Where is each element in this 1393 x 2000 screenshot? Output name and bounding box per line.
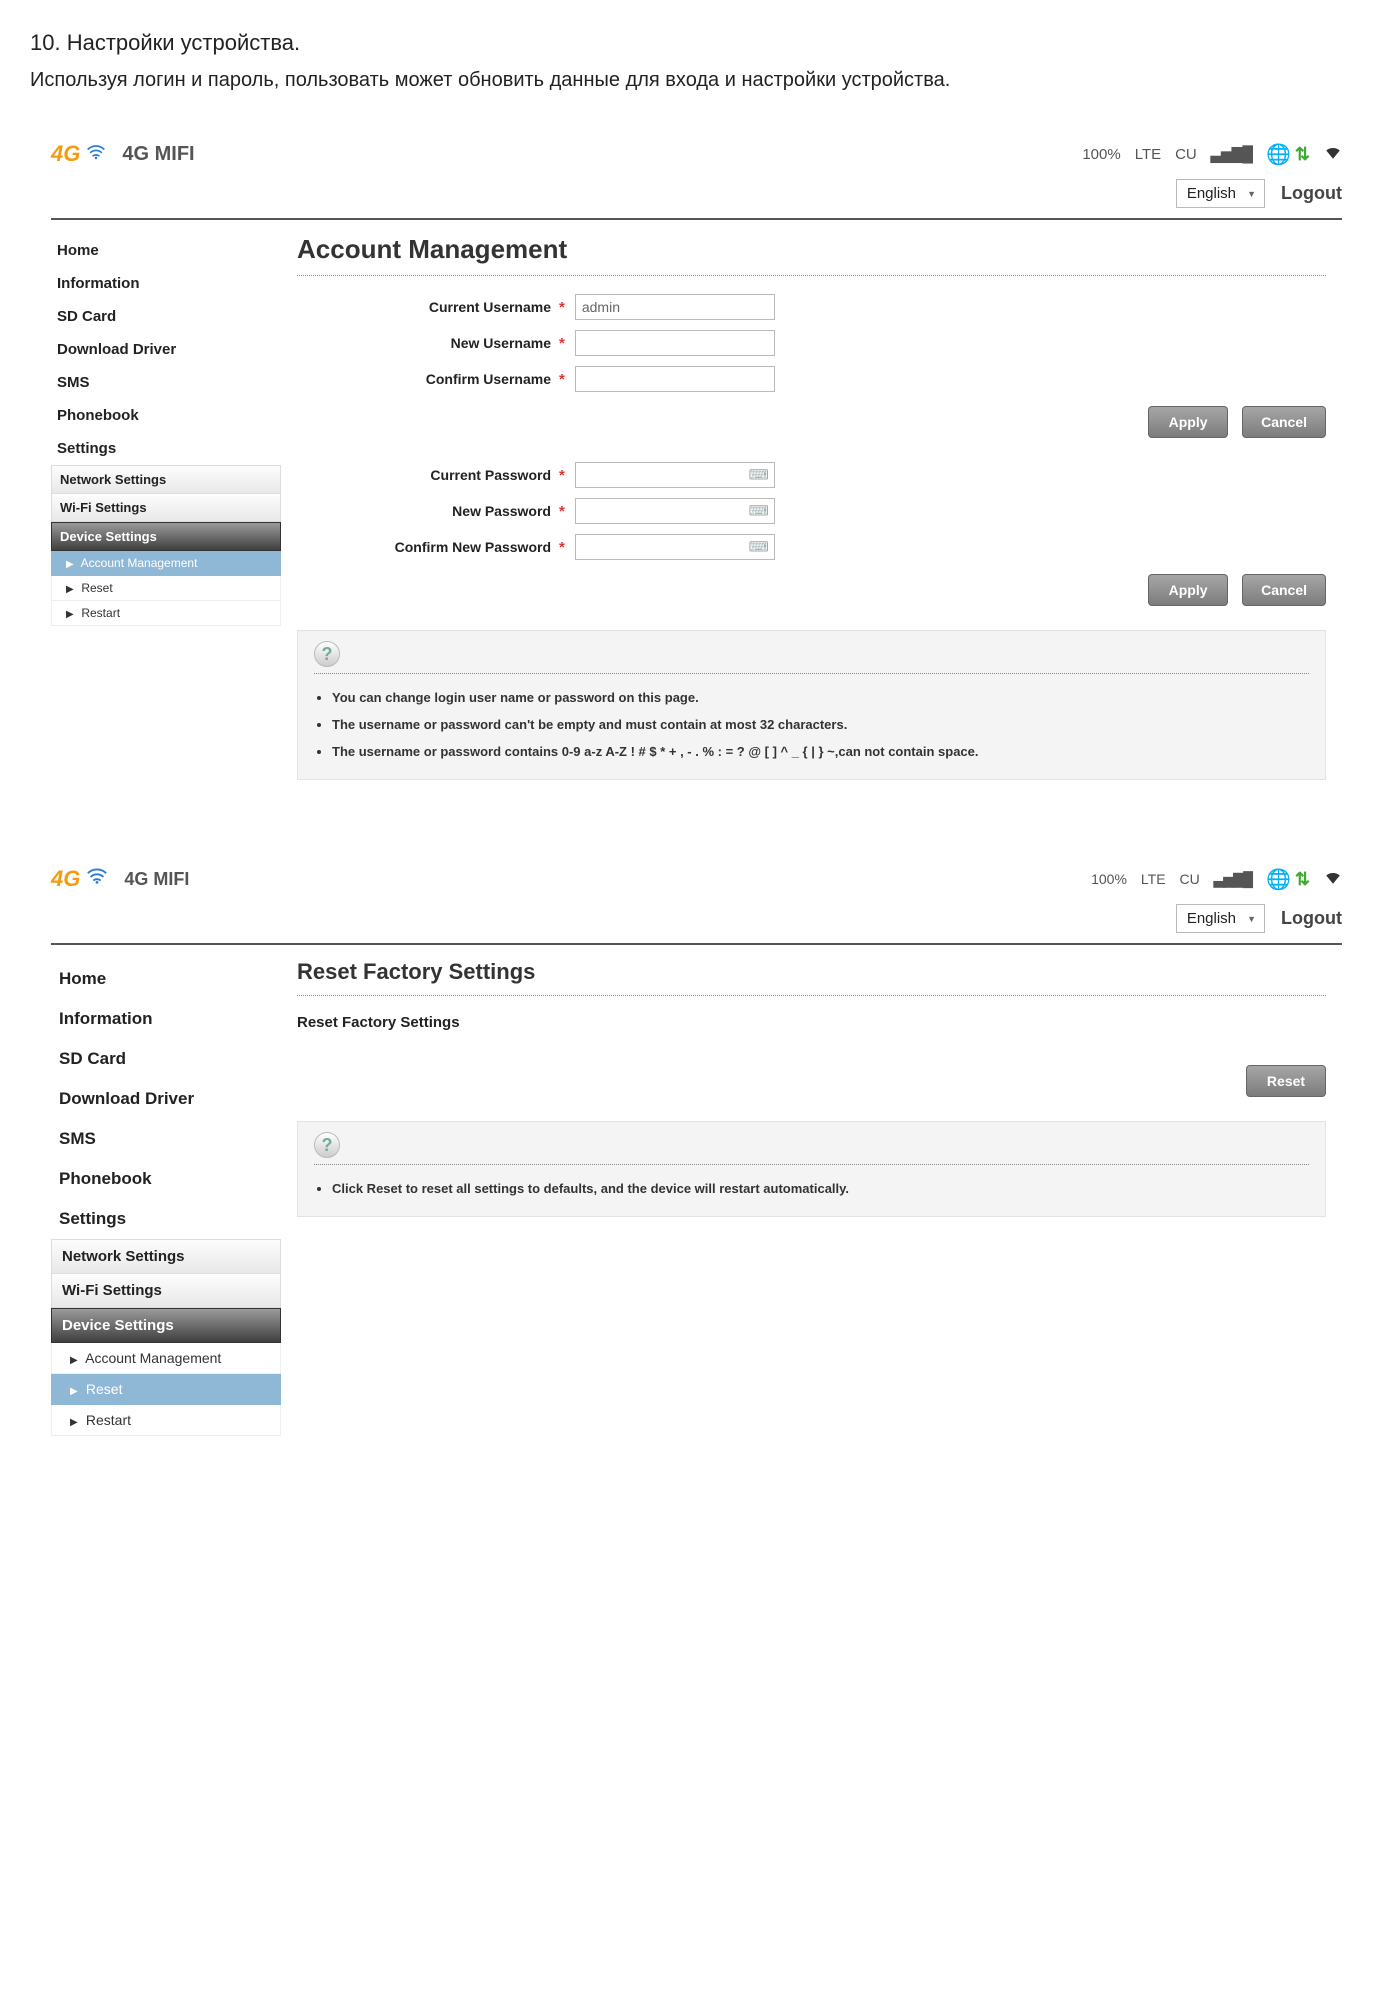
input-current-username[interactable]: [575, 294, 775, 320]
carrier-label: CU: [1180, 871, 1200, 887]
battery-percent: 100%: [1082, 146, 1120, 163]
triangle-right-icon: ▶: [66, 559, 78, 570]
signal-bars-icon: ▃▅▇█: [1211, 145, 1252, 163]
logo-4g-icon: 4G: [51, 866, 80, 892]
nav-information[interactable]: Information: [51, 999, 281, 1039]
nav-network-settings[interactable]: Network Settings: [51, 1239, 281, 1274]
help-line: You can change login user name or passwo…: [332, 684, 1309, 711]
nav-phonebook[interactable]: Phonebook: [51, 399, 281, 432]
nav-home[interactable]: Home: [51, 234, 281, 267]
input-confirm-password[interactable]: [575, 534, 775, 560]
nav-information[interactable]: Information: [51, 267, 281, 300]
help-icon: ?: [314, 1132, 340, 1158]
battery-percent: 100%: [1091, 871, 1127, 887]
data-arrows-icon: ⇅: [1295, 144, 1310, 165]
wifi-icon: [86, 143, 106, 166]
help-line: Click Reset to reset all settings to def…: [332, 1175, 1309, 1202]
triangle-right-icon: ▶: [66, 584, 78, 595]
content-area: Account Management Current Username* New…: [281, 234, 1342, 780]
logo-4g-icon: 4G: [51, 141, 80, 167]
page-title: Account Management: [297, 234, 1326, 276]
brand-label: 4G MIFI: [122, 143, 194, 166]
nav-download-driver[interactable]: Download Driver: [51, 1079, 281, 1119]
label-new-username: New Username: [297, 335, 557, 351]
network-type: LTE: [1141, 871, 1166, 887]
wifi-small-icon: [1324, 145, 1342, 164]
input-confirm-username[interactable]: [575, 366, 775, 392]
sidebar: Home Information SD Card Download Driver…: [51, 959, 281, 1436]
nav-reset[interactable]: ▶ Reset: [51, 1374, 281, 1405]
input-current-password[interactable]: [575, 462, 775, 488]
content-area: Reset Factory Settings Reset Factory Set…: [281, 959, 1342, 1436]
triangle-right-icon: ▶: [70, 1355, 82, 1366]
help-box: ? You can change login user name or pass…: [297, 630, 1326, 780]
nav-sdcard[interactable]: SD Card: [51, 1039, 281, 1079]
nav-wifi-settings[interactable]: Wi-Fi Settings: [51, 494, 281, 522]
label-current-username: Current Username: [297, 299, 557, 315]
doc-heading: 10. Настройки устройства.: [30, 30, 1363, 56]
triangle-right-icon: ▶: [66, 609, 78, 620]
label-current-password: Current Password: [297, 467, 557, 483]
nav-settings[interactable]: Settings: [51, 1199, 281, 1239]
page-title: Reset Factory Settings: [297, 959, 1326, 996]
signal-bars-icon: ▃▅▇█: [1214, 871, 1252, 888]
logout-link[interactable]: Logout: [1281, 908, 1342, 929]
nav-phonebook[interactable]: Phonebook: [51, 1159, 281, 1199]
help-line: The username or password can't be empty …: [332, 711, 1309, 738]
section-subtitle: Reset Factory Settings: [297, 1014, 1326, 1031]
doc-subtext: Используя логин и пароль, пользовать мож…: [30, 64, 1363, 96]
language-select[interactable]: English: [1176, 904, 1265, 933]
wifi-icon: [86, 867, 108, 891]
nav-home[interactable]: Home: [51, 959, 281, 999]
nav-restart[interactable]: ▶ Restart: [51, 601, 281, 626]
apply-password-button[interactable]: Apply: [1148, 574, 1228, 606]
nav-network-settings[interactable]: Network Settings: [51, 465, 281, 494]
screenshot-account-management: 4G 4G MIFI 100% LTE CU ▃▅▇█ 🌐 ⇅ English …: [30, 126, 1363, 801]
cancel-username-button[interactable]: Cancel: [1242, 406, 1326, 438]
cancel-password-button[interactable]: Cancel: [1242, 574, 1326, 606]
apply-username-button[interactable]: Apply: [1148, 406, 1228, 438]
label-confirm-username: Confirm Username: [297, 371, 557, 387]
triangle-right-icon: ▶: [70, 1386, 82, 1397]
language-select[interactable]: English: [1176, 179, 1265, 208]
carrier-label: CU: [1175, 146, 1197, 163]
nav-download-driver[interactable]: Download Driver: [51, 333, 281, 366]
wifi-small-icon: [1324, 870, 1342, 889]
nav-sdcard[interactable]: SD Card: [51, 300, 281, 333]
nav-restart[interactable]: ▶ Restart: [51, 1405, 281, 1436]
nav-device-settings[interactable]: Device Settings: [51, 1308, 281, 1343]
help-line: The username or password contains 0-9 a-…: [332, 738, 1309, 765]
network-type: LTE: [1135, 146, 1161, 163]
input-new-username[interactable]: [575, 330, 775, 356]
nav-account-management[interactable]: ▶ Account Management: [51, 1343, 281, 1374]
nav-account-management[interactable]: ▶ Account Management: [51, 551, 281, 576]
nav-reset[interactable]: ▶ Reset: [51, 576, 281, 601]
logout-link[interactable]: Logout: [1281, 183, 1342, 204]
nav-sms[interactable]: SMS: [51, 1119, 281, 1159]
input-new-password[interactable]: [575, 498, 775, 524]
nav-settings[interactable]: Settings: [51, 432, 281, 465]
nav-device-settings[interactable]: Device Settings: [51, 522, 281, 551]
reset-button[interactable]: Reset: [1246, 1065, 1326, 1097]
nav-wifi-settings[interactable]: Wi-Fi Settings: [51, 1274, 281, 1308]
label-confirm-password: Confirm New Password: [297, 539, 557, 555]
globe-icon: 🌐: [1266, 867, 1291, 892]
nav-sms[interactable]: SMS: [51, 366, 281, 399]
globe-icon: 🌐: [1266, 142, 1291, 167]
help-icon: ?: [314, 641, 340, 667]
help-box: ? Click Reset to reset all settings to d…: [297, 1121, 1326, 1217]
label-new-password: New Password: [297, 503, 557, 519]
screenshot-reset-factory: 4G 4G MIFI 100% LTE CU ▃▅▇█ 🌐 ⇅ English …: [30, 851, 1363, 1457]
triangle-right-icon: ▶: [70, 1417, 82, 1428]
brand-label: 4G MIFI: [124, 869, 189, 890]
data-arrows-icon: ⇅: [1295, 869, 1310, 890]
sidebar: Home Information SD Card Download Driver…: [51, 234, 281, 780]
